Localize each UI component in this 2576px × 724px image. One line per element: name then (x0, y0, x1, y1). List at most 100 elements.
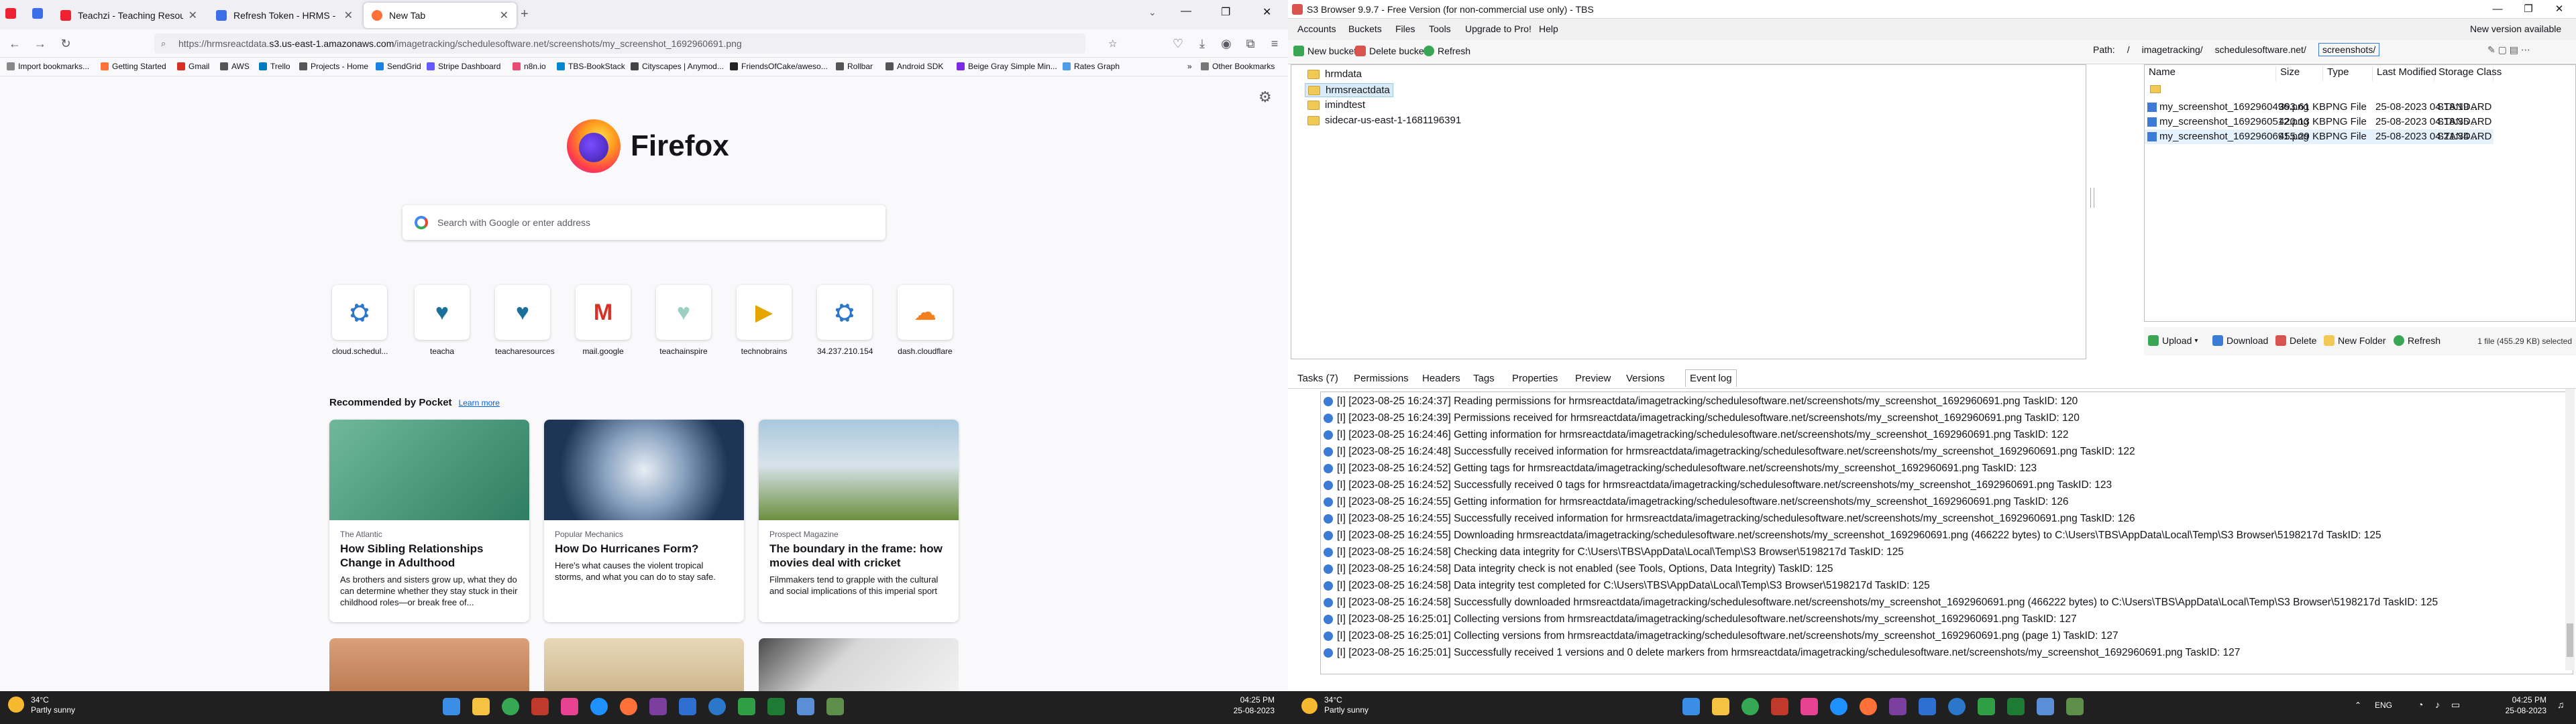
extensions-icon[interactable]: ⧉ (1241, 35, 1260, 52)
new-folder-button[interactable]: New Folder (2324, 335, 2386, 346)
top-site[interactable]: ⛭ 34.237.210.154 (817, 285, 873, 356)
top-site[interactable]: Mmail.google (576, 285, 631, 356)
account-icon[interactable]: ◉ (1217, 35, 1236, 52)
volume-icon[interactable]: ♪ (2435, 699, 2440, 710)
firefox-taskbar-icon[interactable] (620, 698, 637, 715)
pocket-card-image[interactable] (329, 638, 529, 691)
learn-more-link[interactable]: Learn more (459, 398, 500, 408)
bookmark-item[interactable]: Stripe Dashboard (427, 62, 500, 71)
firefox-taskbar-icon[interactable] (1860, 698, 1877, 715)
bookmark-item[interactable]: Import bookmarks... (7, 62, 89, 71)
app-icon[interactable] (797, 698, 814, 715)
tab-properties[interactable]: Properties (1512, 373, 1558, 384)
vscode-icon[interactable] (1919, 698, 1936, 715)
tab-tasks[interactable]: Tasks (7) (1297, 373, 1338, 384)
top-site[interactable]: ☁ dash.cloudflare (898, 285, 953, 356)
close-icon[interactable]: ✕ (344, 9, 353, 22)
file-explorer-icon[interactable] (1712, 698, 1729, 715)
bucket-item[interactable]: imindtest (1305, 99, 1368, 111)
splitter-handle[interactable] (2090, 188, 2094, 208)
other-bookmarks[interactable]: Other Bookmarks (1201, 62, 1275, 71)
app-icon[interactable] (2066, 698, 2084, 715)
column-storage-class[interactable]: Storage Class (2434, 66, 2502, 81)
column-size[interactable]: Size (2276, 66, 2323, 81)
maps-icon[interactable] (708, 698, 726, 715)
download-button[interactable]: Download (2212, 335, 2268, 346)
refresh-files-button[interactable]: Refresh (2394, 335, 2440, 346)
list-tabs-chevron-icon[interactable]: ⌄ (1148, 7, 1157, 18)
chrome-icon[interactable] (502, 698, 519, 715)
app-icon[interactable] (2037, 698, 2054, 715)
delete-button[interactable]: Delete (2275, 335, 2316, 346)
maximize-icon[interactable]: ❐ (1221, 5, 1230, 19)
reload-icon[interactable]: ↻ (56, 35, 75, 52)
wifi-icon[interactable]: ◔ (2418, 699, 2423, 710)
file-row[interactable]: my_screenshot_1692960496.png 393.61 KB P… (2145, 100, 2493, 115)
bucket-item[interactable]: sidecar-us-east-1-1681196391 (1305, 114, 1464, 127)
vscode-icon[interactable] (679, 698, 696, 715)
minimize-icon[interactable]: — (2482, 0, 2513, 19)
app-icon[interactable] (2007, 698, 2025, 715)
pocket-icon[interactable]: ♡ (1169, 35, 1187, 52)
close-window-icon[interactable]: ✕ (2544, 0, 2575, 19)
bookmark-item[interactable]: FriendsOfCake/aweso... (730, 62, 828, 71)
path-tools-icons[interactable]: ✎ ▢ ▤ ⋯ (2487, 44, 2530, 56)
scrollbar-thumb[interactable] (2567, 623, 2573, 657)
pocket-card-image[interactable] (544, 638, 744, 691)
pocket-card-image[interactable] (759, 638, 959, 691)
edge-icon[interactable] (590, 698, 608, 715)
maximize-icon[interactable]: ❐ (2513, 0, 2544, 19)
download-icon[interactable]: ⤓ (1193, 35, 1212, 52)
app-icon[interactable] (1889, 698, 1907, 715)
bucket-item[interactable]: hrmdata (1305, 68, 1364, 80)
start-windows-icon[interactable] (1682, 698, 1700, 715)
edge-icon[interactable] (1830, 698, 1847, 715)
menu-tools[interactable]: Tools (1429, 23, 1451, 34)
bookmark-item[interactable]: Gmail (177, 62, 209, 71)
bookmark-item[interactable]: Getting Started (101, 62, 166, 71)
tab-teachzi[interactable]: Teachzi - Teaching Resources Mac ✕ (52, 3, 205, 28)
search-input[interactable]: Search with Google or enter address (402, 205, 885, 240)
bucket-item-selected[interactable]: hrmsreactdata (1305, 83, 1393, 97)
new-version-link[interactable]: New version available (2470, 23, 2561, 34)
close-window-icon[interactable]: ✕ (1263, 5, 1271, 19)
start-windows-icon[interactable] (443, 698, 460, 715)
top-site[interactable]: ⛭ cloud.schedul... (332, 285, 388, 356)
close-icon[interactable]: ✕ (500, 9, 508, 22)
file-row[interactable]: my_screenshot_1692960512.png 420.13 KB P… (2145, 115, 2493, 129)
language-indicator[interactable]: ENG (2375, 701, 2392, 710)
tab-event-log[interactable]: Event log (1685, 369, 1737, 387)
top-site[interactable]: ♥ teacha (415, 285, 470, 356)
menu-files[interactable]: Files (1395, 23, 1415, 34)
app-icon[interactable] (767, 698, 785, 715)
tab-new-tab[interactable]: New Tab ✕ (364, 3, 517, 28)
app-icon[interactable] (1801, 698, 1818, 715)
column-type[interactable]: Type (2323, 66, 2373, 81)
pocket-card[interactable]: Prospect Magazine The boundary in the fra… (759, 420, 959, 622)
back-arrow-icon[interactable]: ← (5, 35, 24, 52)
bookmark-item[interactable]: Rollbar (836, 62, 873, 71)
app-icon[interactable] (826, 698, 844, 715)
bookmark-star-icon[interactable]: ☆ (1108, 38, 1117, 50)
bookmark-item[interactable]: n8n.io (513, 62, 546, 71)
bookmark-item[interactable]: Rates Graph (1063, 62, 1120, 71)
menu-icon[interactable]: ≡ (1265, 35, 1284, 52)
maps-icon[interactable] (1948, 698, 1966, 715)
tab-preview[interactable]: Preview (1575, 373, 1611, 384)
tab-permissions[interactable]: Permissions (1354, 373, 1409, 384)
chrome-icon[interactable] (1741, 698, 1759, 715)
pocket-card[interactable]: Popular Mechanics How Do Hurricanes Form?… (544, 420, 744, 622)
url-bar[interactable]: ⌕ https://hrmsreactdata.s3.us-east-1.amaz… (154, 34, 1085, 54)
gmail-pinned-tab-icon[interactable] (5, 8, 16, 19)
dropdown-arrow-icon[interactable]: ▾ (2194, 337, 2198, 345)
more-bookmarks-icon[interactable]: » (1187, 62, 1192, 71)
tray-chevron-icon[interactable]: ⌃ (2355, 701, 2361, 710)
log-scrollbar[interactable] (2565, 389, 2575, 670)
gear-icon[interactable]: ⚙ (1258, 88, 1272, 106)
bookmark-item[interactable]: TBS-BookStack (557, 62, 625, 71)
pocket-card[interactable]: The Atlantic How Sibling Relationships Ch… (329, 420, 529, 622)
column-name[interactable]: Name (2145, 66, 2276, 81)
path-segment[interactable]: schedulesoftware.net/ (2215, 44, 2306, 56)
forward-arrow-icon[interactable]: → (31, 35, 50, 52)
column-last-modified[interactable]: Last Modified (2373, 66, 2436, 81)
